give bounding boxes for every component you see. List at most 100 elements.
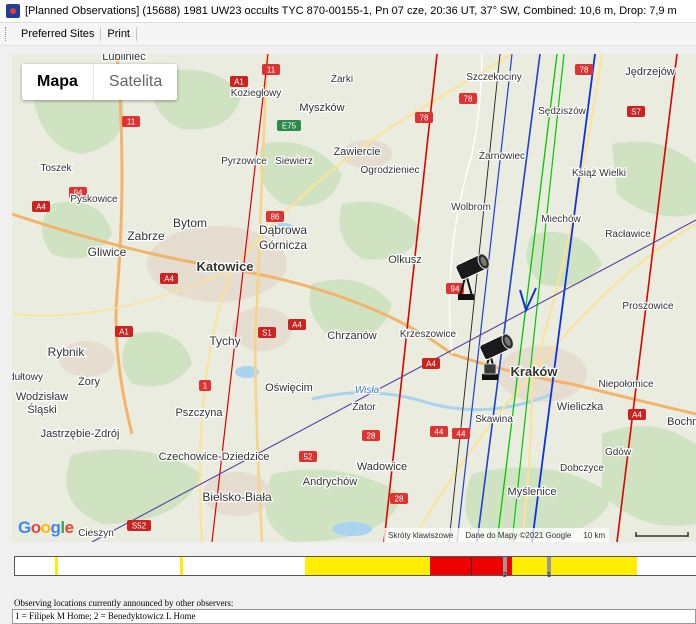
road-shield: 78 (415, 112, 433, 123)
map-type-satellite-button[interactable]: Satelita (92, 64, 177, 100)
place-label: Zabrze (127, 229, 165, 243)
place-label: Bytom (173, 216, 207, 230)
place-label: Ogrodzieniec (361, 165, 420, 176)
place-label: Koziegłowy (231, 88, 282, 99)
svg-text:28: 28 (395, 495, 404, 504)
map-type-map-button[interactable]: Mapa (22, 64, 93, 100)
map-data-text[interactable]: Dane do Mapy ©2021 Google (465, 531, 571, 540)
place-label: Żarnowiec (479, 149, 525, 162)
place-label: Bielsko-Biała (202, 490, 272, 504)
place-label: Wieliczka (557, 401, 604, 413)
place-label: Górnicza (259, 238, 307, 252)
place-label: Pszczyna (175, 407, 223, 419)
place-label: Pyrzowice (221, 156, 267, 167)
road-shield: S7 (627, 106, 645, 117)
observers-list[interactable]: 1 = Filipek M Home; 2 = Benedyktowicz L … (12, 609, 696, 624)
svg-text:A4: A4 (292, 321, 302, 330)
road-shield: 78 (459, 93, 477, 104)
road-shield: 1 (199, 380, 211, 391)
road-shield: 11 (122, 116, 140, 127)
svg-text:28: 28 (367, 432, 376, 441)
place-label: Pyskowice (70, 194, 118, 205)
google-logo[interactable]: Google (18, 518, 74, 538)
keyboard-shortcuts-link[interactable]: Skróty klawiszowe (388, 531, 453, 540)
svg-text:S1: S1 (262, 329, 272, 338)
road-shield: 78 (575, 64, 593, 75)
road-shield: A4 (422, 358, 440, 369)
road-shield: S52 (127, 520, 151, 531)
place-label: Szczekociny (466, 72, 522, 83)
place-label: Jastrzębie-Zdrój (41, 428, 120, 440)
road-shield: 11 (262, 64, 280, 75)
timeline-segment (55, 557, 58, 575)
place-label: Myszków (299, 102, 344, 114)
road-shield: 28 (390, 493, 408, 504)
place-label: Wodzisław (16, 391, 68, 403)
place-label: Chrzanów (327, 330, 377, 342)
svg-text:1: 1 (203, 382, 208, 391)
place-label: Żory (78, 375, 101, 388)
toolbar-grip[interactable] (5, 27, 9, 41)
place-label: Lubliniec (102, 54, 146, 63)
place-label: Rybnik (48, 345, 86, 359)
svg-text:A1: A1 (119, 328, 129, 337)
window-titlebar: [Planned Observations] (15688) 1981 UW23… (0, 0, 696, 23)
svg-text:44: 44 (435, 428, 444, 437)
place-label: Myślenice (508, 486, 557, 498)
svg-text:11: 11 (127, 118, 136, 127)
road-shield: S1 (258, 327, 276, 338)
place-label: Zawiercie (333, 146, 380, 158)
road-shield: 44 (452, 428, 470, 439)
place-label: Jędrzejów (625, 66, 675, 78)
place-label: Oświęcim (265, 382, 313, 394)
probability-timeline[interactable] (14, 556, 696, 576)
place-label: Kraków (511, 364, 559, 379)
place-label: Racławice (605, 229, 651, 240)
map[interactable]: 11 A1 11 E75 78 78 78 S7 94 A4 86 94 A4 A4 S1 A1 A4 1 28 44… (12, 54, 696, 542)
place-label: Zator (352, 402, 376, 413)
road-shield: E75 (277, 120, 301, 131)
preferred-sites-button[interactable]: Preferred Sites (15, 26, 100, 42)
svg-text:78: 78 (464, 95, 473, 104)
place-label: Gdów (605, 447, 632, 458)
svg-text:A4: A4 (36, 203, 46, 212)
timeline-centerline (471, 557, 472, 575)
place-label: Katowice (196, 259, 253, 274)
observers-heading: Observing locations currently announced … (14, 598, 234, 608)
place-label: Tychy (209, 334, 240, 348)
place-label: Dobczyce (560, 463, 604, 474)
place-label: Proszowice (622, 301, 674, 312)
place-label: Toszek (40, 163, 72, 174)
svg-text:S7: S7 (631, 108, 641, 117)
svg-text:44: 44 (457, 430, 466, 439)
timeline-label-1: 1 (547, 572, 551, 579)
place-label: Krzeszowice (400, 329, 457, 340)
print-button[interactable]: Print (101, 26, 136, 42)
timeline-segment (305, 557, 430, 575)
place-label: Dąbrowa (259, 223, 307, 237)
svg-text:E75: E75 (282, 122, 297, 131)
place-label: Andrychów (303, 476, 357, 488)
svg-text:A4: A4 (632, 411, 642, 420)
map-canvas[interactable]: 11A111 E75787878S794A48694A4A4S1A1A4128 44… (12, 54, 696, 542)
place-label: Śląski (27, 403, 56, 416)
timeline-segment (512, 557, 637, 575)
road-shield: 52 (299, 451, 317, 462)
road-shield: 44 (430, 426, 448, 437)
timeline-segment (180, 557, 183, 575)
svg-text:S52: S52 (132, 522, 147, 531)
svg-text:86: 86 (271, 213, 280, 222)
place-label: Wadowice (357, 461, 407, 473)
road-shield: A1 (115, 326, 133, 337)
toolbar-separator (136, 27, 137, 41)
map-type-control: Mapa Satelita (22, 64, 178, 100)
place-label: Książ Wielki (572, 168, 626, 179)
place-label: dułtowy (12, 372, 43, 383)
place-label: Cieszyn (78, 528, 114, 539)
road-shield: A1 (230, 76, 248, 87)
svg-text:94: 94 (451, 285, 460, 294)
scale-label[interactable]: 10 km (583, 531, 605, 540)
window-title: [Planned Observations] (15688) 1981 UW23… (25, 5, 677, 17)
map-attribution: Skróty klawiszowe Dane do Mapy ©2021 Goo… (384, 528, 610, 542)
svg-text:78: 78 (420, 114, 429, 123)
